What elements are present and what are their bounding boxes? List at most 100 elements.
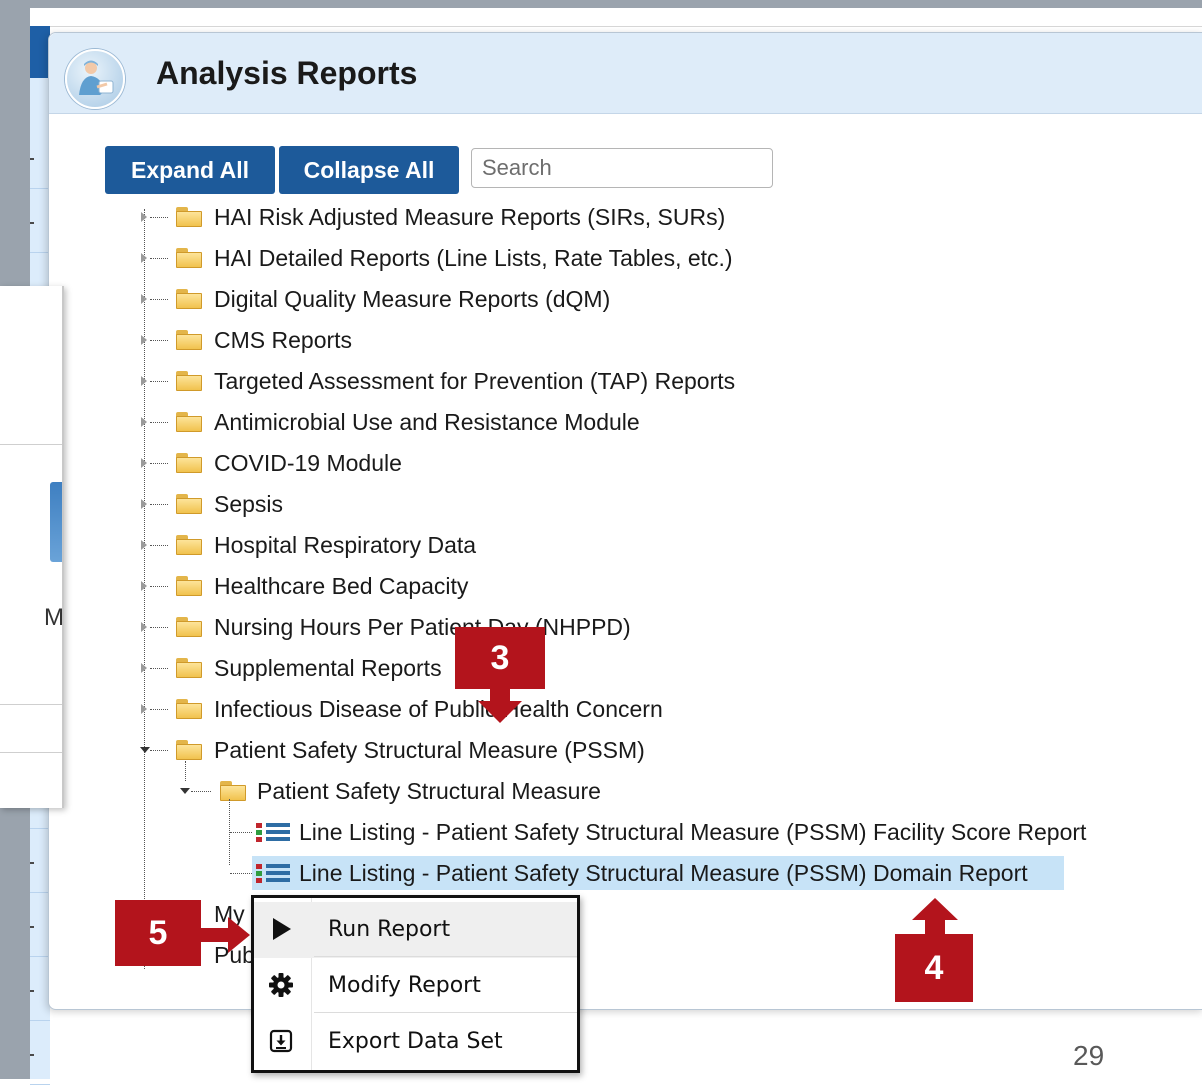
step-5-arrow-icon (200, 917, 250, 953)
folder-icon (176, 371, 202, 391)
tree-folder-item[interactable]: CMS Reports (214, 324, 352, 356)
tree-folder-item[interactable]: Nursing Hours Per Patient Day (NHPPD) (214, 611, 631, 643)
line-listing-icon (256, 862, 290, 884)
tree-connector (150, 627, 168, 628)
folder-icon (176, 576, 202, 596)
play-icon (268, 916, 294, 942)
tree-connector (150, 258, 168, 259)
slide-frame-top (0, 0, 1202, 8)
folder-icon (220, 781, 246, 801)
tree-connector (150, 545, 168, 546)
sidebar-divider (30, 1020, 50, 1021)
expand-toggle-icon[interactable] (141, 540, 147, 550)
folder-icon (176, 617, 202, 637)
expand-toggle-icon[interactable] (141, 458, 147, 468)
tree-connector (150, 504, 168, 505)
tree-connector (150, 381, 168, 382)
collapse-toggle-icon[interactable] (140, 747, 150, 753)
tree-folder-item[interactable]: Digital Quality Measure Reports (dQM) (214, 283, 610, 315)
step-5-callout: 5 (115, 900, 201, 966)
folder-icon (176, 740, 202, 760)
tree-folder-item[interactable]: HAI Risk Adjusted Measure Reports (SIRs,… (214, 201, 725, 233)
folder-icon (176, 248, 202, 268)
line-listing-icon (256, 821, 290, 843)
menu-item-label: Modify Report (328, 973, 481, 998)
expand-toggle-icon[interactable] (141, 622, 147, 632)
sidebar-tick (30, 222, 34, 224)
folder-icon (176, 658, 202, 678)
export-icon (268, 1028, 294, 1054)
tree-connector (150, 299, 168, 300)
folder-icon (176, 494, 202, 514)
report-context-menu: Run Report Modify Report Export Data Set (251, 895, 580, 1073)
folder-icon (176, 699, 202, 719)
tree-folder-item[interactable]: Healthcare Bed Capacity (214, 570, 468, 602)
analysis-reports-window: Analysis Reports Expand All Collapse All… (48, 32, 1202, 1010)
background-logo-fragment (50, 482, 62, 562)
sidebar-divider (30, 828, 50, 829)
panel-divider (0, 444, 62, 445)
sidebar-tick (30, 926, 34, 928)
export-data-set-menu-item[interactable]: Export Data Set (254, 1014, 577, 1070)
tree-connector (150, 668, 168, 669)
tree-subfolder-item[interactable]: Patient Safety Structural Measure (257, 775, 601, 807)
tree-connector (230, 832, 252, 833)
collapse-toggle-icon[interactable] (180, 788, 190, 794)
tree-folder-item[interactable]: HAI Detailed Reports (Line Lists, Rate T… (214, 242, 733, 274)
sidebar-tick (30, 990, 34, 992)
step-4-callout: 4 (895, 934, 973, 1002)
sidebar-tick (30, 862, 34, 864)
sidebar-tick (30, 1054, 34, 1056)
background-sidebar-header (30, 26, 50, 78)
expand-toggle-icon[interactable] (141, 581, 147, 591)
selected-report-item[interactable]: Line Listing - Patient Safety Structural… (299, 857, 1028, 889)
tree-connector (150, 463, 168, 464)
step-3-arrow-icon (478, 689, 522, 723)
expand-toggle-icon[interactable] (141, 335, 147, 345)
expand-toggle-icon[interactable] (141, 253, 147, 263)
tree-connector (150, 340, 168, 341)
folder-icon (176, 535, 202, 555)
tree-connector (230, 873, 252, 874)
sidebar-divider (30, 188, 50, 189)
slide-page-number: 29 (1073, 1040, 1105, 1071)
menu-item-label: Run Report (328, 917, 451, 942)
folder-icon (176, 412, 202, 432)
tree-folder-item[interactable]: Supplemental Reports (214, 652, 442, 684)
tree-folder-item[interactable]: Antimicrobial Use and Resistance Module (214, 406, 640, 438)
expand-toggle-icon[interactable] (141, 499, 147, 509)
tree-folder-item[interactable]: Patient Safety Structural Measure (PSSM) (214, 734, 645, 766)
folder-icon (176, 289, 202, 309)
expand-toggle-icon[interactable] (141, 704, 147, 714)
folder-icon (176, 207, 202, 227)
tree-connector (150, 422, 168, 423)
gear-icon (268, 972, 294, 998)
folder-icon (176, 453, 202, 473)
expand-toggle-icon[interactable] (141, 294, 147, 304)
tree-connector (150, 750, 168, 751)
tree-connector (185, 761, 186, 781)
menu-item-label: Export Data Set (328, 1029, 503, 1054)
expand-toggle-icon[interactable] (141, 376, 147, 386)
tree-connector (150, 217, 168, 218)
expand-toggle-icon[interactable] (141, 663, 147, 673)
modify-report-menu-item[interactable]: Modify Report (254, 958, 577, 1014)
tree-folder-item[interactable]: Hospital Respiratory Data (214, 529, 476, 561)
tree-connector (150, 586, 168, 587)
expand-toggle-icon[interactable] (141, 417, 147, 427)
tree-folder-item[interactable]: COVID-19 Module (214, 447, 402, 479)
run-report-menu-item[interactable]: Run Report (254, 902, 577, 958)
background-app-bar (30, 8, 1202, 27)
sidebar-tick (30, 158, 34, 160)
panel-divider (0, 752, 62, 753)
folder-icon (176, 330, 202, 350)
report-tree: HAI Risk Adjusted Measure Reports (SIRs,… (49, 33, 1202, 1009)
expand-toggle-icon[interactable] (141, 212, 147, 222)
report-item[interactable]: Line Listing - Patient Safety Structural… (299, 816, 1086, 848)
background-overlay-panel: M (0, 286, 64, 808)
tree-folder-item[interactable]: Infectious Disease of Public Health Conc… (214, 693, 663, 725)
tree-connector (191, 791, 211, 792)
sidebar-divider (30, 956, 50, 957)
tree-folder-item[interactable]: Targeted Assessment for Prevention (TAP)… (214, 365, 735, 397)
tree-folder-item[interactable]: Sepsis (214, 488, 283, 520)
